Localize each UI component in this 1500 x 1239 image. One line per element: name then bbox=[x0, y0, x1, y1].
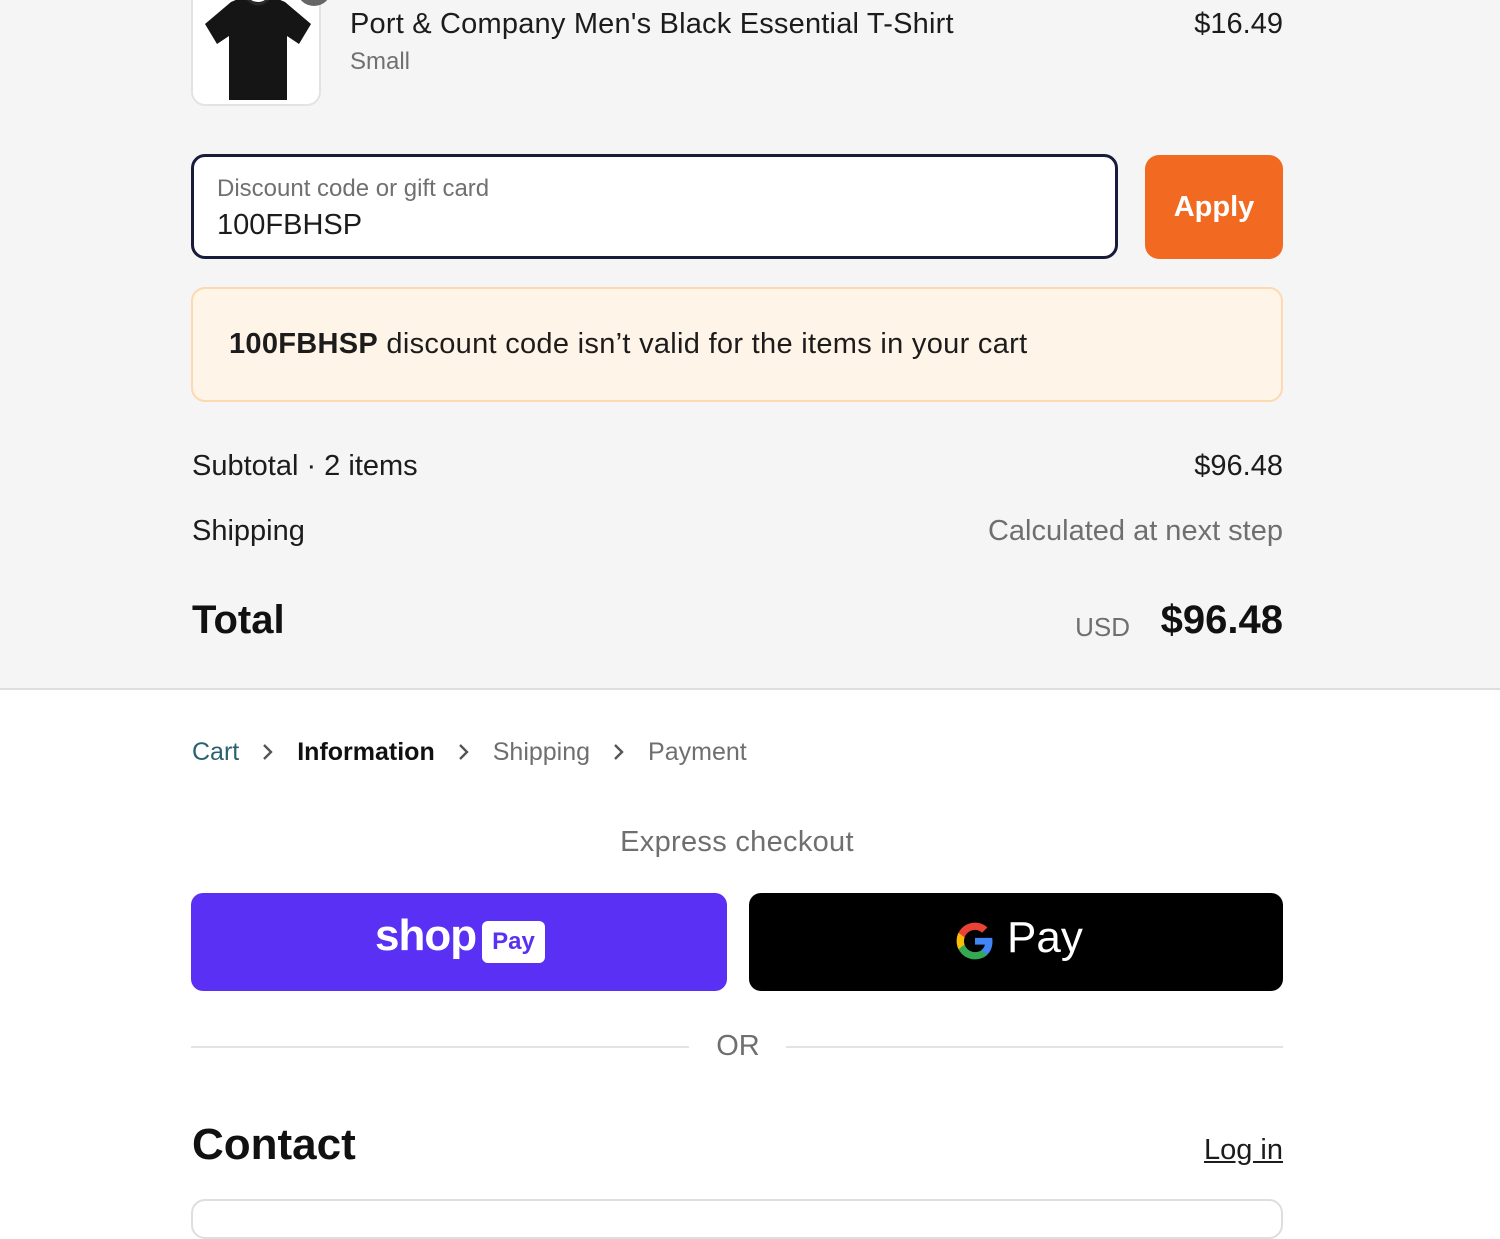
product-name: Port & Company Men's Black Essential T-S… bbox=[350, 8, 954, 40]
t-shirt-icon bbox=[205, 0, 311, 100]
discount-input[interactable] bbox=[217, 209, 1077, 242]
product-thumbnail bbox=[191, 0, 321, 106]
google-pay-text: Pay bbox=[1007, 913, 1083, 962]
chevron-right-icon bbox=[590, 740, 648, 764]
shipping-value: Calculated at next step bbox=[987, 515, 1283, 547]
chevron-right-icon bbox=[435, 740, 493, 764]
breadcrumb-payment: Payment bbox=[648, 737, 747, 766]
or-divider-text: OR bbox=[716, 1030, 760, 1062]
total-label: Total bbox=[192, 598, 285, 642]
email-field[interactable] bbox=[191, 1199, 1283, 1239]
shop-pay-button[interactable]: shop Pay bbox=[191, 893, 727, 991]
discount-field[interactable]: Discount code or gift card bbox=[191, 154, 1118, 259]
breadcrumb-cart[interactable]: Cart bbox=[192, 738, 239, 767]
shop-pay-logo-text: shop bbox=[375, 911, 477, 960]
total-currency: USD bbox=[1075, 612, 1130, 642]
subtotal-value: $96.48 bbox=[1194, 450, 1283, 482]
error-code: 100FBHSP bbox=[229, 328, 379, 360]
shop-pay-chip: Pay bbox=[482, 921, 545, 963]
shipping-label: Shipping bbox=[192, 515, 305, 547]
order-summary: Port & Company Men's Black Essential T-S… bbox=[0, 0, 1500, 690]
express-checkout-title: Express checkout bbox=[620, 826, 854, 858]
divider-left bbox=[191, 1046, 689, 1048]
discount-field-label: Discount code or gift card bbox=[217, 175, 490, 202]
contact-heading: Contact bbox=[192, 1120, 356, 1169]
apply-button[interactable]: Apply bbox=[1145, 155, 1283, 259]
google-pay-button[interactable]: Pay bbox=[749, 893, 1283, 991]
error-message: discount code isn’t valid for the items … bbox=[378, 328, 1028, 360]
google-g-icon bbox=[956, 922, 993, 960]
product-price: $16.49 bbox=[1194, 8, 1283, 40]
login-link[interactable]: Log in bbox=[1204, 1134, 1283, 1167]
breadcrumb: Cart Information Shipping Payment bbox=[192, 734, 747, 770]
product-variant: Small bbox=[350, 48, 411, 75]
total-amount: $96.48 bbox=[1160, 598, 1283, 642]
subtotal-label: Subtotal · 2 items bbox=[192, 450, 418, 482]
chevron-right-icon bbox=[239, 740, 297, 764]
discount-error-banner: 100FBHSP discount code isn’t valid for t… bbox=[191, 287, 1283, 402]
breadcrumb-information: Information bbox=[297, 737, 435, 766]
divider-right bbox=[786, 1046, 1283, 1048]
breadcrumb-shipping: Shipping bbox=[492, 737, 591, 766]
